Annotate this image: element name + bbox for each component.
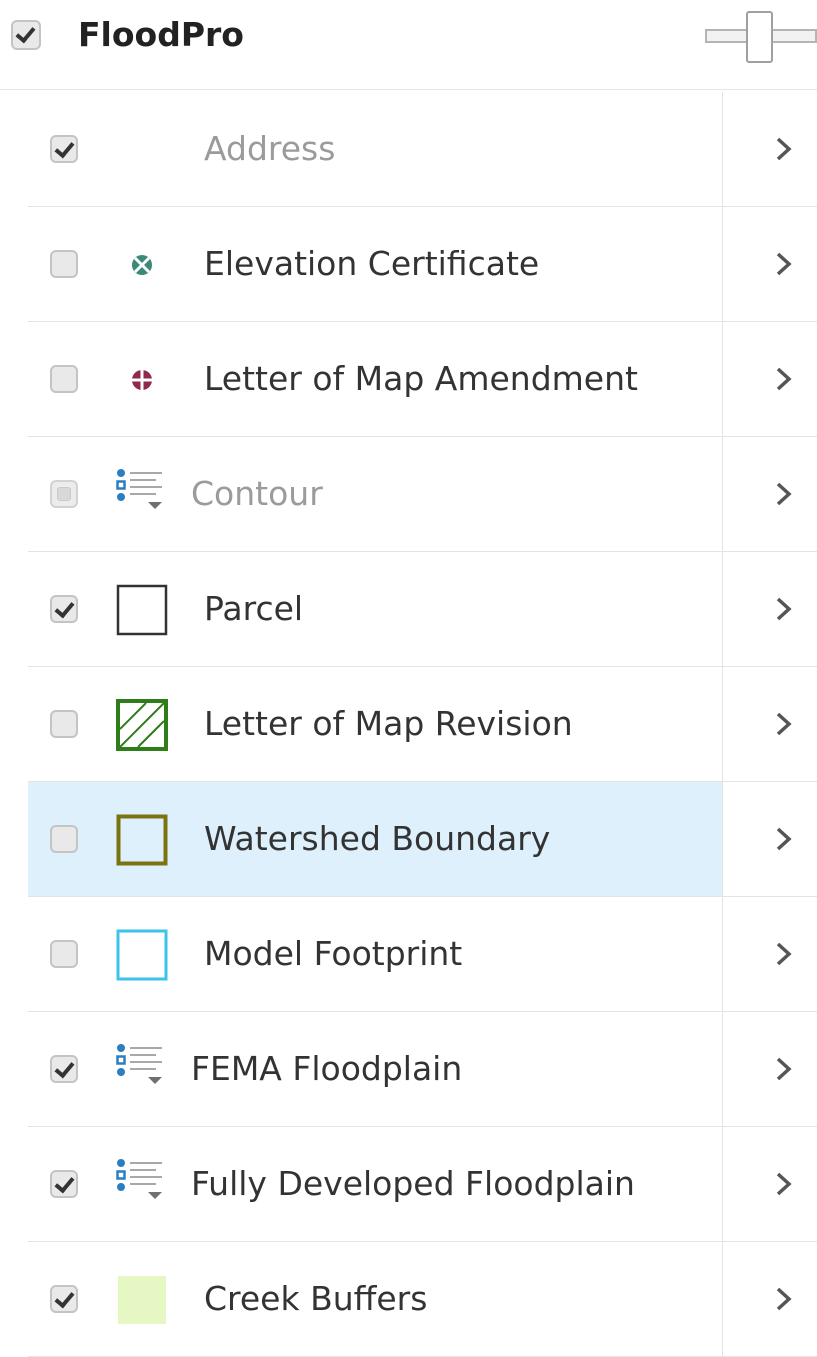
opacity-slider-thumb[interactable]	[746, 11, 773, 63]
chevron-right-icon[interactable]	[770, 820, 798, 858]
legend-list-icon[interactable]	[116, 1044, 168, 1096]
layer-label: Model Footprint	[204, 934, 463, 973]
layer-visibility-checkbox[interactable]	[50, 940, 78, 968]
layer-row-watershed-boundary[interactable]: Watershed Boundary	[28, 782, 817, 897]
layer-label: Letter of Map Amendment	[204, 359, 638, 398]
layer-row-contour[interactable]: Contour	[28, 437, 817, 552]
layer-label: Address	[204, 129, 336, 168]
layer-label: FEMA Floodplain	[191, 1049, 463, 1088]
layer-list: Address Elevation Certificate Letter of …	[28, 92, 817, 1357]
light-green-fill-square-icon	[116, 1274, 168, 1326]
layer-label: Fully Developed Floodplain	[191, 1164, 635, 1203]
layer-row-letter-of-map-revision[interactable]: Letter of Map Revision	[28, 667, 817, 782]
legend-list-icon[interactable]	[116, 469, 168, 521]
layer-visibility-checkbox[interactable]	[50, 135, 78, 163]
teal-point-marker-icon	[116, 239, 168, 291]
chevron-right-icon[interactable]	[770, 245, 798, 283]
layer-label: Letter of Map Revision	[204, 704, 573, 743]
group-visibility-checkbox[interactable]	[11, 20, 41, 50]
chevron-right-icon[interactable]	[770, 1050, 798, 1088]
cyan-outline-square-icon	[116, 929, 168, 981]
layer-row-fully-developed-floodplain[interactable]: Fully Developed Floodplain	[28, 1127, 817, 1242]
layer-label: Watershed Boundary	[204, 819, 551, 858]
maroon-point-marker-icon	[116, 354, 168, 406]
legend-list-icon[interactable]	[116, 1159, 168, 1211]
layer-row-address[interactable]: Address	[28, 92, 817, 207]
chevron-right-icon[interactable]	[770, 360, 798, 398]
layer-row-letter-of-map-amendment[interactable]: Letter of Map Amendment	[28, 322, 817, 437]
black-outline-square-icon	[116, 584, 168, 636]
layer-visibility-checkbox[interactable]	[50, 825, 78, 853]
chevron-right-icon[interactable]	[770, 1165, 798, 1203]
layer-visibility-checkbox[interactable]	[50, 1170, 78, 1198]
layer-row-model-footprint[interactable]: Model Footprint	[28, 897, 817, 1012]
layer-group-header: FloodPro	[0, 0, 817, 90]
layer-group-title: FloodPro	[78, 15, 244, 54]
green-hatched-square-icon	[116, 699, 168, 751]
layer-row-parcel[interactable]: Parcel	[28, 552, 817, 667]
layer-row-elevation-certificate[interactable]: Elevation Certificate	[28, 207, 817, 322]
chevron-right-icon[interactable]	[770, 475, 798, 513]
chevron-right-icon[interactable]	[770, 1280, 798, 1318]
layer-visibility-checkbox[interactable]	[50, 710, 78, 738]
layer-visibility-checkbox[interactable]	[50, 1055, 78, 1083]
layer-label: Contour	[191, 474, 323, 513]
chevron-right-icon[interactable]	[770, 590, 798, 628]
layer-visibility-checkbox[interactable]	[50, 250, 78, 278]
chevron-right-icon[interactable]	[770, 935, 798, 973]
layer-row-creek-buffers[interactable]: Creek Buffers	[28, 1242, 817, 1357]
layer-label: Elevation Certificate	[204, 244, 540, 283]
layer-visibility-checkbox[interactable]	[50, 480, 78, 508]
layer-visibility-checkbox[interactable]	[50, 1285, 78, 1313]
layer-visibility-checkbox[interactable]	[50, 595, 78, 623]
layer-row-fema-floodplain[interactable]: FEMA Floodplain	[28, 1012, 817, 1127]
chevron-right-icon[interactable]	[770, 130, 798, 168]
olive-outline-square-icon	[116, 814, 168, 866]
layer-label: Creek Buffers	[204, 1279, 428, 1318]
chevron-right-icon[interactable]	[770, 705, 798, 743]
layer-visibility-checkbox[interactable]	[50, 365, 78, 393]
layer-label: Parcel	[204, 589, 304, 628]
opacity-slider[interactable]	[705, 11, 817, 63]
